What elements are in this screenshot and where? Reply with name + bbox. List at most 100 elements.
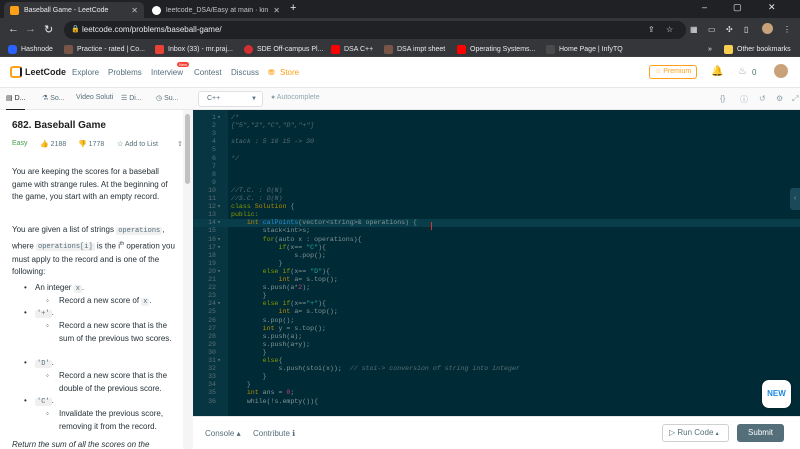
like-button[interactable]: 👍 2188 [40,140,66,148]
store-icon[interactable]: ⛃ [268,68,275,77]
fullscreen-icon[interactable]: ⤢ [792,94,798,104]
bookmark-practice[interactable]: Practice - rated | Co... [64,43,145,56]
close-tab-icon[interactable]: ✕ [273,6,280,15]
code-line[interactable]: 23 } [193,292,800,300]
autocomplete-toggle[interactable]: ● Autocomplete [271,94,320,101]
code-line[interactable]: 15 stack<int>s; [193,227,800,235]
bookmark-sde[interactable]: SDE Off-campus Pl... [244,43,323,56]
dislike-button[interactable]: 👎 1778 [78,140,104,148]
code-line[interactable]: 29 s.push(a+y); [193,341,800,349]
code-line[interactable]: 27 int y = s.top(); [193,325,800,333]
bookmark-star-icon[interactable]: ☆ [666,25,673,34]
nav-problems[interactable]: Problems [108,68,142,77]
code-line[interactable]: 31 ▾ else{ [193,357,800,365]
submit-button[interactable]: Submit [737,424,784,442]
code-line[interactable]: 11 //S.C. : O(N) [193,195,800,203]
bookmark-hashnode[interactable]: Hashnode [8,43,53,56]
fold-arrow-icon[interactable]: ▾ [217,219,221,227]
code-line[interactable]: 14 ▾ int calPoints(vector<string>& operat… [193,219,800,228]
nav-store[interactable]: Store [280,68,299,77]
bookmark-dsa-cpp[interactable]: DSA C++ [331,43,373,56]
fold-arrow-icon[interactable]: ▾ [217,203,221,211]
reset-icon[interactable]: ↺ [759,94,766,103]
console-toggle[interactable]: Console ▴ [205,429,241,438]
code-line[interactable]: 13 public: [193,211,800,219]
code-line[interactable]: 25 int a= s.top(); [193,308,800,316]
premium-button[interactable]: ☆ Premium [649,65,698,79]
other-bookmarks[interactable]: Other bookmarks [724,43,791,56]
profile-avatar[interactable] [762,23,773,34]
tab-video-solution[interactable]: Video Soluti [76,94,113,101]
code-line[interactable]: 33 } [193,373,800,381]
description-scrollbar[interactable] [183,110,193,449]
close-window-button[interactable]: ✕ [768,2,776,13]
forward-arrow-icon[interactable]: → [25,23,36,35]
code-line[interactable]: 32 s.push(stoi(x)); // stoi-> conversion… [193,365,800,373]
code-line[interactable]: 30 } [193,349,800,357]
code-line[interactable]: 16 ▾ for(auto x : operations){ [193,236,800,244]
notification-bell-icon[interactable]: 🔔 [711,66,723,77]
tab-discuss[interactable]: ☰ Di... [121,94,142,102]
settings-gear-icon[interactable]: ⚙ [776,94,783,103]
code-line[interactable]: 10 //T.C. : O(N) [193,187,800,195]
nav-explore[interactable]: Explore [72,68,99,77]
menu-kebab-icon[interactable]: ⋮ [783,25,791,34]
contribute-link[interactable]: Contribute ℹ [253,429,295,438]
run-code-button[interactable]: ▷ Run Code ▴ [662,424,729,442]
bookmark-dsa-sheet[interactable]: DSA impt sheet [384,43,445,56]
code-line[interactable]: 1 ▾ /* [193,114,800,122]
leetcode-logo[interactable]: LeetCode [10,66,66,78]
bookmark-infytq[interactable]: Home Page | InfyTQ [546,43,623,56]
code-line[interactable]: 36 while(!s.empty()){ [193,398,800,406]
code-line[interactable]: 28 s.push(a); [193,333,800,341]
fold-arrow-icon[interactable]: ▾ [217,357,221,365]
code-line[interactable]: 19 } [193,260,800,268]
code-line[interactable]: 24 ▾ else if(x=="+"){ [193,300,800,308]
tab-description[interactable]: ▤ D... [6,94,26,111]
cast-icon[interactable]: ▭ [708,25,716,34]
code-line[interactable]: 20 ▾ else if(x== "D"){ [193,268,800,276]
fold-arrow-icon[interactable]: ▾ [217,300,221,308]
code-editor[interactable]: 1 ▾/* 2 ["5","2","C","D","+"] 3 4 stack : 5 10… [193,110,800,416]
new-feature-button[interactable]: NEW [762,380,791,408]
code-line[interactable]: 34 } [193,381,800,389]
reload-icon[interactable]: ↻ [44,23,53,36]
code-line[interactable]: 7 [193,163,800,171]
scroll-thumb[interactable] [185,114,190,184]
code-line[interactable]: 17 ▾ if(x== "C"){ [193,244,800,252]
close-tab-icon[interactable]: ✕ [131,6,138,15]
tab-github[interactable]: leetcode_DSA/Easy at main · kin ✕ [146,2,286,18]
code-line[interactable]: 12 ▾ class Solution { [193,203,800,211]
info-icon[interactable]: ⓘ [740,94,748,105]
nav-contest[interactable]: Contest [194,68,222,77]
code-line[interactable]: 35 int ans = 0; [193,389,800,397]
back-arrow-icon[interactable]: ← [8,23,19,35]
code-line[interactable]: 8 [193,171,800,179]
bookmark-inbox[interactable]: Inbox (33) - mr.praj... [155,43,233,56]
tab-baseball-game[interactable]: Baseball Game - LeetCode ✕ [4,2,144,18]
bookmark-os[interactable]: Operating Systems... [457,43,535,56]
code-line[interactable]: 26 s.pop(); [193,317,800,325]
url-input[interactable]: 🔒 leetcode.com/problems/baseball-game/ [64,21,686,39]
extension-icon[interactable]: ▦ [690,25,698,34]
code-line[interactable]: 2 ["5","2","C","D","+"] [193,122,800,130]
code-line[interactable]: 18 s.pop(); [193,252,800,260]
add-to-list-button[interactable]: ☆ Add to List [117,140,158,148]
fold-arrow-icon[interactable]: ▾ [217,114,221,122]
nav-interview[interactable]: Interview [151,68,183,77]
language-select[interactable]: C++ ▼ [198,91,263,107]
code-line[interactable]: 22 s.push(a*2); [193,284,800,292]
sidebar-icon[interactable]: ▯ [744,25,748,34]
code-line[interactable]: 3 [193,130,800,138]
fold-arrow-icon[interactable]: ▾ [217,236,221,244]
minimize-button[interactable]: – [702,2,707,12]
fold-arrow-icon[interactable]: ▾ [217,268,221,276]
side-panel-toggle[interactable]: ‹ [790,188,800,210]
braces-icon[interactable]: {} [720,94,725,103]
fold-arrow-icon[interactable]: ▾ [217,244,221,252]
code-line[interactable]: 4 stack : 5 10 15 -> 30 [193,138,800,146]
new-tab-button[interactable]: + [290,2,296,14]
tab-solution[interactable]: ⚗ So... [42,94,65,102]
bookmarks-overflow[interactable]: » [708,43,712,56]
maximize-button[interactable]: ▢ [733,2,742,13]
